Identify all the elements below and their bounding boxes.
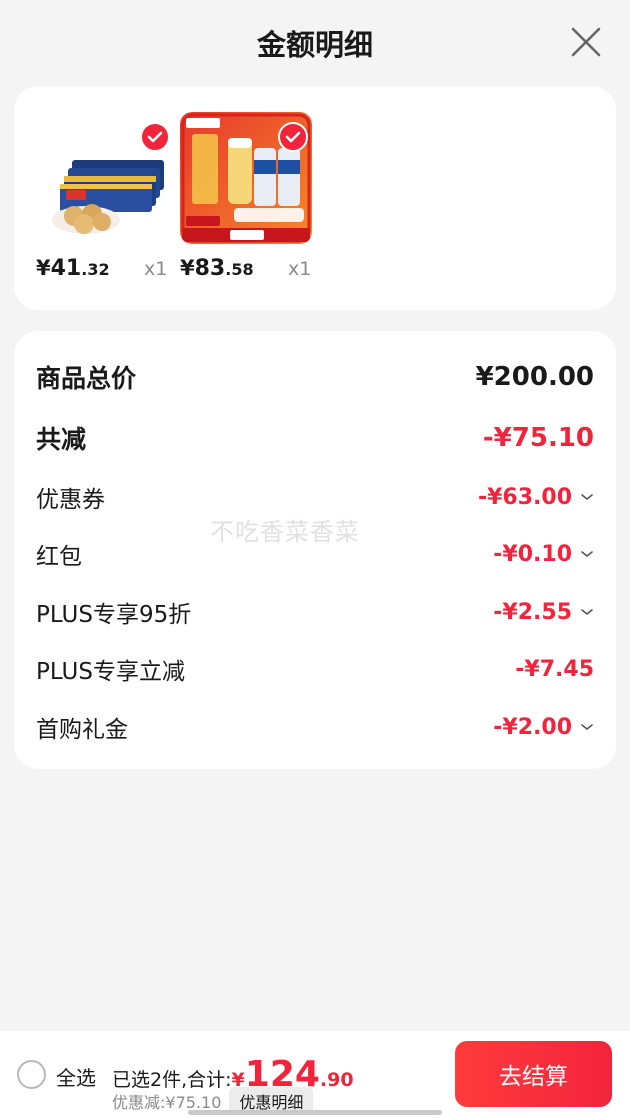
chevron-down-icon[interactable] (580, 492, 594, 502)
summary-row-first-purchase[interactable]: 首购礼金 -¥2.00 (36, 707, 594, 747)
checked-icon[interactable] (140, 122, 170, 152)
watermark: 不吃香菜香菜 (210, 518, 360, 546)
product-price: ¥41.32 (36, 256, 110, 281)
select-all-checkbox[interactable] (17, 1060, 46, 1089)
amount-detail-page: 金额明细 ¥41.32 x1 ¥83.58 x1 商品总价 ¥200.00 共减… (0, 0, 630, 1118)
summary-row-discount-total: 共减 -¥75.10 (36, 418, 594, 458)
checkout-bar: 全选 已选2件,合计: ¥124.90 优惠减:¥75.10 优惠明细 去结算 (0, 1031, 630, 1118)
summary-label: 商品总价 (36, 364, 137, 393)
header: 金额明细 (0, 0, 630, 84)
page-title: 金额明细 (256, 28, 373, 62)
summary-label: PLUS专享95折 (36, 602, 192, 628)
checkout-button[interactable]: 去结算 (455, 1041, 612, 1107)
summary-value: -¥2.00 (493, 715, 594, 740)
products-card: ¥41.32 x1 ¥83.58 x1 (14, 86, 616, 310)
summary-label: PLUS专享立减 (36, 659, 185, 685)
close-icon[interactable] (570, 26, 602, 58)
home-indicator (188, 1110, 442, 1115)
checked-icon[interactable] (278, 122, 308, 152)
price-summary-card: 商品总价 ¥200.00 共减 -¥75.10 优惠券 -¥63.00 红包 -… (14, 331, 616, 769)
product-item[interactable]: ¥41.32 x1 (36, 86, 176, 310)
product-quantity: x1 (144, 258, 168, 280)
chevron-down-icon[interactable] (580, 722, 594, 732)
select-all-label[interactable]: 全选 (56, 1062, 96, 1091)
summary-row-coupon[interactable]: 优惠券 -¥63.00 (36, 477, 594, 517)
product-price: ¥83.58 (180, 256, 254, 281)
summary-row-total: 商品总价 ¥200.00 (36, 357, 594, 397)
product-item[interactable]: ¥83.58 x1 (180, 86, 320, 310)
summary-value: -¥2.55 (493, 600, 594, 625)
summary-value: -¥75.10 (482, 423, 594, 453)
product-quantity: x1 (288, 258, 312, 280)
summary-value: -¥0.10 (493, 542, 594, 567)
summary-value: ¥200.00 (475, 362, 594, 392)
summary-row-plus-reduce: PLUS专享立减 -¥7.45 (36, 649, 594, 689)
summary-row-plus-95[interactable]: PLUS专享95折 -¥2.55 (36, 592, 594, 632)
summary-value: -¥63.00 (478, 485, 594, 510)
summary-label: 优惠券 (36, 487, 105, 513)
summary-label: 首购礼金 (36, 717, 128, 743)
summary-label: 红包 (36, 544, 82, 570)
chevron-down-icon[interactable] (580, 549, 594, 559)
summary-value: -¥7.45 (515, 656, 594, 682)
summary-label: 共减 (36, 425, 87, 454)
chevron-down-icon[interactable] (580, 607, 594, 617)
